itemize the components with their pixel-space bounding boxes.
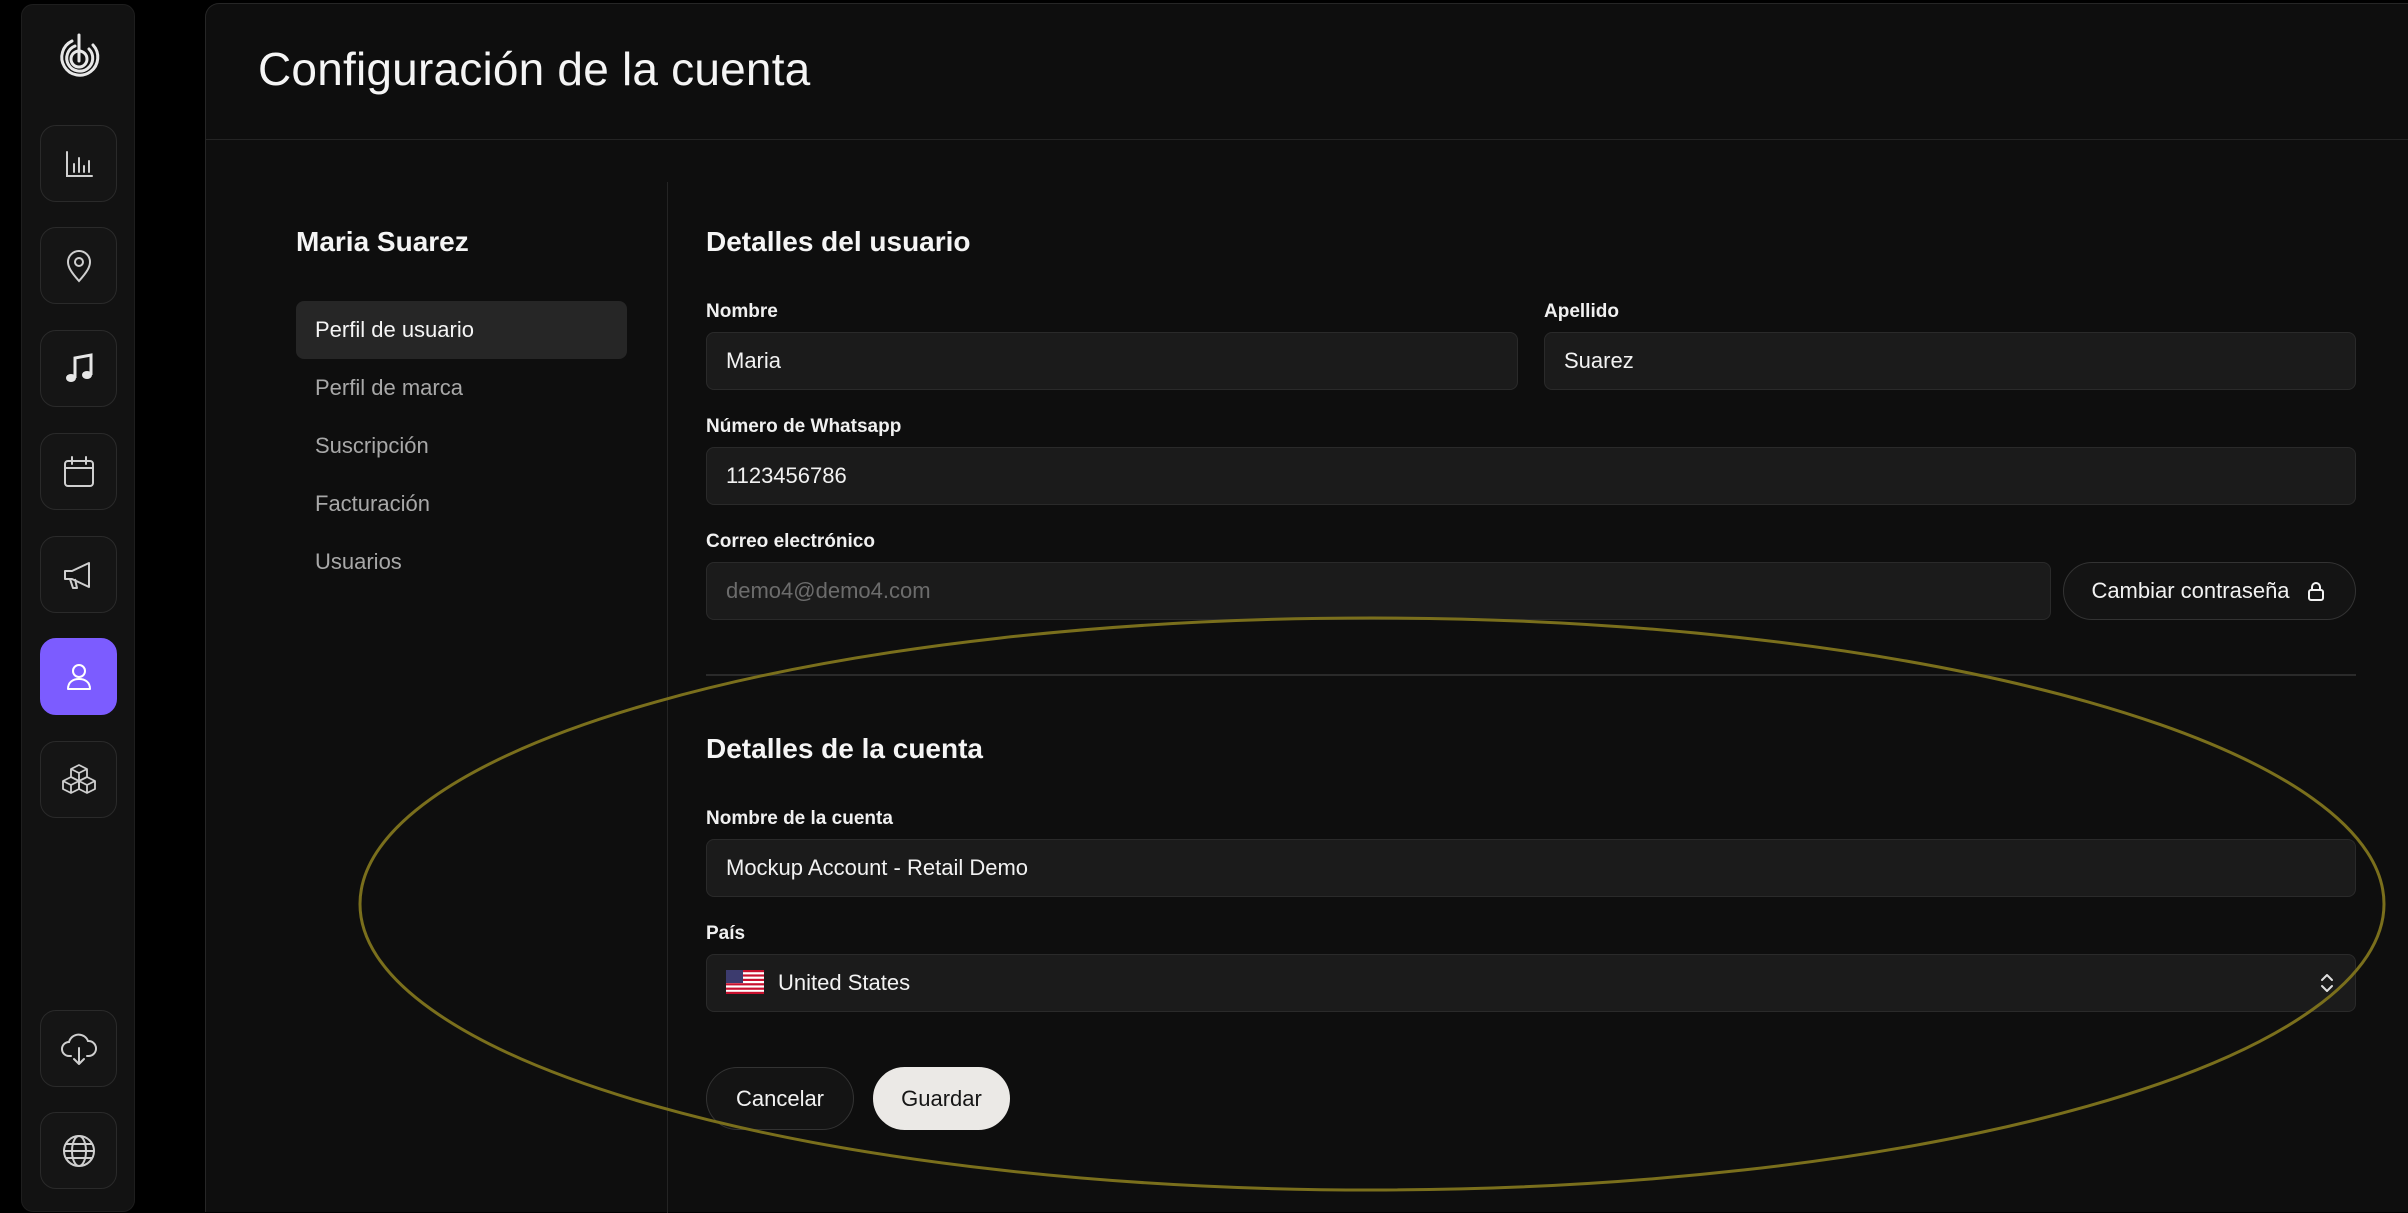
spiral-logo-icon[interactable] xyxy=(53,29,105,81)
globe-icon xyxy=(62,1134,95,1167)
header-divider xyxy=(206,139,2408,140)
first-name-label: Nombre xyxy=(706,301,778,322)
country-label: País xyxy=(706,923,746,944)
save-button[interactable]: Guardar xyxy=(873,1067,1010,1130)
user-icon xyxy=(66,663,91,690)
subnav-item-billing[interactable]: Facturación xyxy=(296,475,627,533)
account-name-label: Nombre de la cuenta xyxy=(706,808,893,829)
subnav-item-users[interactable]: Usuarios xyxy=(296,533,627,591)
rail-music-button[interactable] xyxy=(40,330,117,407)
calendar-icon xyxy=(63,455,94,487)
megaphone-icon xyxy=(63,561,90,589)
change-password-button[interactable]: Cambiar contraseña xyxy=(2063,562,2356,620)
settings-panel: Configuración de la cuenta Maria Suarez … xyxy=(205,3,2408,1213)
account-details-title: Detalles de la cuenta xyxy=(706,733,984,764)
bar-chart-icon xyxy=(65,150,93,177)
whatsapp-label: Número de Whatsapp xyxy=(706,416,902,437)
subnav-item-subscription[interactable]: Suscripción xyxy=(296,417,627,475)
first-name-field[interactable]: Maria xyxy=(706,332,1518,390)
rail-integrations-button[interactable] xyxy=(40,741,117,818)
rail-language-button[interactable] xyxy=(40,1112,117,1189)
rail-campaigns-button[interactable] xyxy=(40,536,117,613)
change-password-label: Cambiar contraseña xyxy=(2091,578,2290,603)
country-value: United States xyxy=(778,970,911,995)
last-name-label: Apellido xyxy=(1544,301,1619,322)
whatsapp-field[interactable]: 1123456786 xyxy=(706,447,2356,505)
rail-analytics-button[interactable] xyxy=(40,125,117,202)
user-details-title: Detalles del usuario xyxy=(706,226,971,257)
account-name-field[interactable]: Mockup Account - Retail Demo xyxy=(706,839,2356,897)
cubes-icon xyxy=(61,763,96,794)
cancel-button[interactable]: Cancelar xyxy=(706,1067,854,1130)
subnav-item-brand-profile[interactable]: Perfil de marca xyxy=(296,359,627,417)
rail-download-button[interactable] xyxy=(40,1010,117,1087)
icon-rail xyxy=(21,4,135,1212)
chevron-up-down-icon xyxy=(2321,974,2333,992)
settings-subnav: Perfil de usuario Perfil de marca Suscri… xyxy=(296,301,627,591)
subnav-item-user-profile[interactable]: Perfil de usuario xyxy=(296,301,627,359)
lock-icon xyxy=(2307,582,2324,601)
map-pin-icon xyxy=(66,249,91,283)
last-name-field[interactable]: Suarez xyxy=(1544,332,2356,390)
rail-calendar-button[interactable] xyxy=(40,433,117,510)
email-field[interactable]: demo4@demo4.com xyxy=(706,562,2051,620)
sidebar-user-name: Maria Suarez xyxy=(296,226,469,257)
music-note-icon xyxy=(65,352,92,382)
section-divider xyxy=(706,674,2356,676)
us-flag-icon xyxy=(726,970,764,995)
email-label: Correo electrónico xyxy=(706,531,875,552)
rail-account-button[interactable] xyxy=(40,638,117,715)
rail-locations-button[interactable] xyxy=(40,227,117,304)
sidebar-divider xyxy=(667,182,668,1213)
cloud-download-icon xyxy=(60,1033,97,1065)
page-title: Configuración de la cuenta xyxy=(258,43,811,95)
country-select[interactable]: United States xyxy=(706,954,2356,1012)
